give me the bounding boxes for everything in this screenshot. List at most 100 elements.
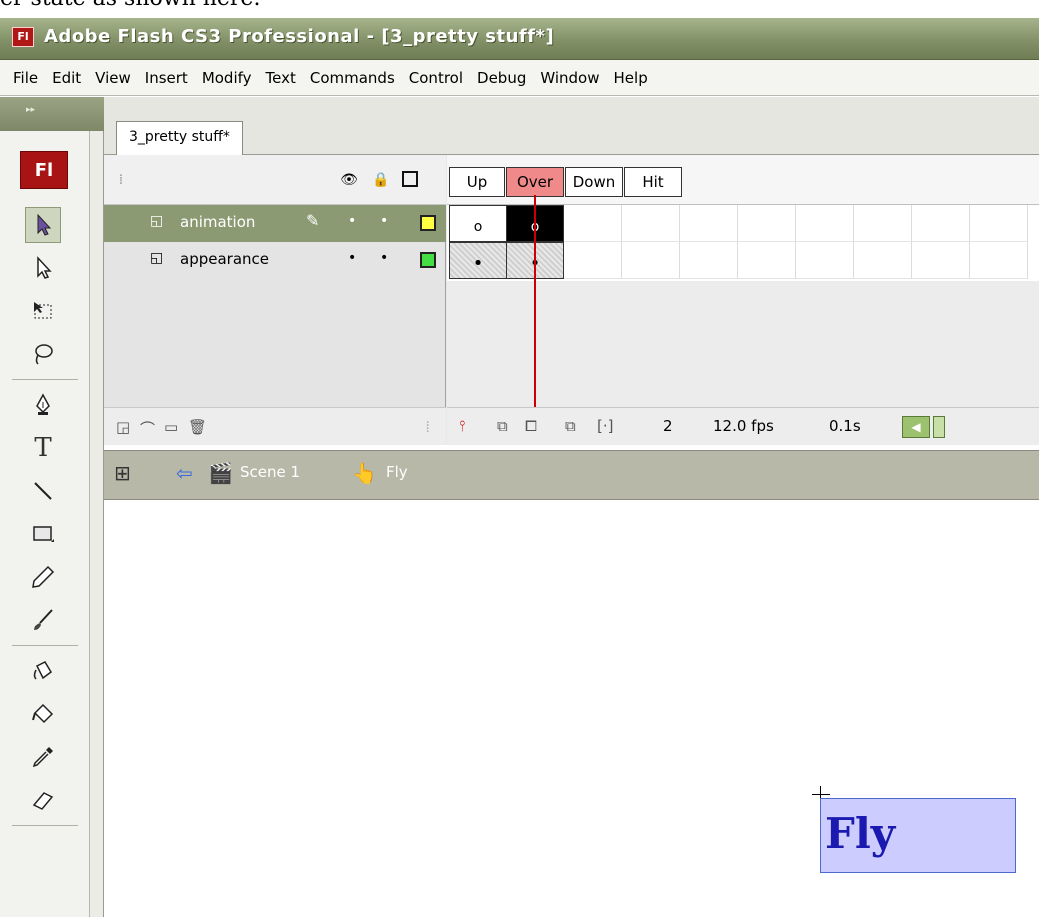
keyframe-empty[interactable]: o xyxy=(449,205,507,242)
stage[interactable]: Fly xyxy=(104,500,1039,917)
frame-cell[interactable] xyxy=(622,242,680,279)
frame-label-over[interactable]: Over xyxy=(506,167,564,197)
menu-edit[interactable]: Edit xyxy=(45,69,88,87)
paint-bucket-tool[interactable] xyxy=(25,696,61,732)
layer-row-appearance[interactable]: ◱ appearance • • xyxy=(104,242,446,279)
breadcrumb-scene[interactable]: Scene 1 xyxy=(240,463,300,481)
brush-icon xyxy=(34,609,53,630)
lock-icon[interactable]: 🔒 xyxy=(372,171,390,189)
menu-modify[interactable]: Modify xyxy=(195,69,259,87)
timeline-panel: ⁞ 👁 🔒 ◱ animation ✎ • • ◱ appearance • •… xyxy=(104,155,1039,445)
document-tab-bar: 3_pretty stuff* xyxy=(104,97,1039,155)
timeline-toggle-icon[interactable]: ⊞ xyxy=(114,461,131,485)
fly-button-instance[interactable]: Fly xyxy=(820,798,1016,873)
visibility-dot[interactable]: • xyxy=(348,213,356,229)
menu-commands[interactable]: Commands xyxy=(303,69,402,87)
visibility-dot[interactable]: • xyxy=(348,250,356,266)
text-tool[interactable]: T xyxy=(25,430,61,466)
subselection-tool[interactable] xyxy=(25,250,61,286)
frame-cell[interactable] xyxy=(796,205,854,242)
menu-text[interactable]: Text xyxy=(259,69,303,87)
motion-guide-icon[interactable]: ⌒ xyxy=(140,418,155,439)
frame-cell[interactable] xyxy=(854,205,912,242)
line-icon xyxy=(34,482,52,500)
keyframe-filled[interactable]: • xyxy=(449,242,507,279)
document-tab[interactable]: 3_pretty stuff* xyxy=(116,121,243,155)
menu-insert[interactable]: Insert xyxy=(138,69,195,87)
frame-label-hit[interactable]: Hit xyxy=(624,167,682,197)
selection-tool[interactable] xyxy=(25,207,61,243)
eye-icon[interactable]: 👁 xyxy=(340,171,358,189)
ink-bottle-tool[interactable] xyxy=(25,653,61,689)
eraser-tool[interactable] xyxy=(25,782,61,818)
line-tool[interactable] xyxy=(25,473,61,509)
scrollbar-thumb[interactable] xyxy=(933,416,945,438)
arrow-icon xyxy=(37,213,52,236)
frame-cell[interactable] xyxy=(680,205,738,242)
onion-skin-outlines-icon[interactable]: ⧠ xyxy=(525,417,537,435)
frame-cell[interactable] xyxy=(970,205,1028,242)
pencil-tool[interactable] xyxy=(25,559,61,595)
menu-control[interactable]: Control xyxy=(402,69,470,87)
panel-collapse-grip[interactable]: ▸▸ xyxy=(0,97,104,131)
eraser-icon xyxy=(32,792,54,810)
pen-tool[interactable] xyxy=(25,387,61,423)
layer-color-swatch[interactable] xyxy=(420,215,436,231)
frame-cell[interactable] xyxy=(912,205,970,242)
brush-tool[interactable] xyxy=(25,602,61,638)
frame-label-down[interactable]: Down xyxy=(565,167,623,197)
lasso-icon xyxy=(35,344,53,365)
pencil-icon xyxy=(32,565,55,588)
new-folder-icon[interactable]: ▭ xyxy=(164,418,178,436)
center-frame-icon[interactable]: ⫯ xyxy=(459,417,466,435)
frame-cell[interactable] xyxy=(796,242,854,279)
button-symbol-icon: 👆 xyxy=(352,461,377,485)
frame-cell[interactable] xyxy=(680,242,738,279)
tool-separator xyxy=(12,645,78,646)
breadcrumb-symbol[interactable]: Fly xyxy=(386,463,408,481)
outline-icon[interactable] xyxy=(402,171,418,187)
frame-label-up[interactable]: Up xyxy=(449,167,505,197)
free-transform-tool[interactable] xyxy=(25,293,61,329)
delete-layer-icon[interactable]: 🗑 xyxy=(188,418,207,436)
frame-cell[interactable] xyxy=(912,242,970,279)
edit-multiple-frames-icon[interactable]: ⧉ xyxy=(565,417,576,435)
scroll-left-icon[interactable]: ◀ xyxy=(902,416,930,438)
menu-bar: File Edit View Insert Modify Text Comman… xyxy=(0,60,1039,96)
frame-rate[interactable]: 12.0 fps xyxy=(713,417,774,435)
layer-color-swatch[interactable] xyxy=(420,252,436,268)
title-bar: Fl Adobe Flash CS3 Professional - [3_pre… xyxy=(0,18,1039,60)
menu-file[interactable]: File xyxy=(6,69,45,87)
menu-debug[interactable]: Debug xyxy=(470,69,533,87)
frame-cell[interactable] xyxy=(738,242,796,279)
edit-bar: ⊞ ⇦ 🎬 Scene 1 👆 Fly xyxy=(104,450,1039,500)
lasso-tool[interactable] xyxy=(25,336,61,372)
back-arrow-icon[interactable]: ⇦ xyxy=(176,461,193,485)
frame-cell[interactable] xyxy=(738,205,796,242)
caption-text: er state as shown here. xyxy=(0,0,260,14)
timeline-status-bar: ⫯ ⧉ ⧠ ⧉ [·] 2 12.0 fps 0.1s ◀ xyxy=(447,407,1039,445)
menu-view[interactable]: View xyxy=(88,69,138,87)
onion-skin-icon[interactable]: ⧉ xyxy=(497,417,508,435)
rectangle-tool[interactable] xyxy=(25,516,61,552)
splitter-grip-icon[interactable]: ⦙ xyxy=(426,418,429,436)
modify-onion-markers-icon[interactable]: [·] xyxy=(597,417,613,435)
frame-cell[interactable] xyxy=(970,242,1028,279)
scene-icon: 🎬 xyxy=(208,461,233,485)
rectangle-icon xyxy=(33,526,54,542)
frame-cell[interactable] xyxy=(564,242,622,279)
lock-dot[interactable]: • xyxy=(380,213,388,229)
layer-name: appearance xyxy=(180,250,269,268)
layer-row-animation[interactable]: ◱ animation ✎ • • xyxy=(104,205,446,242)
frame-cell[interactable] xyxy=(854,242,912,279)
menu-help[interactable]: Help xyxy=(607,69,655,87)
eyedropper-tool[interactable] xyxy=(25,739,61,775)
new-layer-icon[interactable]: ◲ xyxy=(116,418,130,436)
current-frame: 2 xyxy=(663,417,673,435)
lock-dot[interactable]: • xyxy=(380,250,388,266)
window-title: Adobe Flash CS3 Professional - [3_pretty… xyxy=(44,26,555,47)
menu-window[interactable]: Window xyxy=(533,69,606,87)
playhead[interactable] xyxy=(534,195,536,407)
frame-cell[interactable] xyxy=(564,205,622,242)
frame-cell[interactable] xyxy=(622,205,680,242)
